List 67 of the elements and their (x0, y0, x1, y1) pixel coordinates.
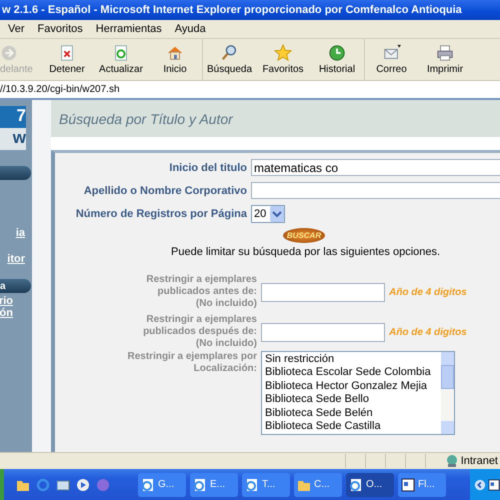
scrollbar[interactable] (441, 352, 454, 434)
list-option[interactable]: Biblioteca Escolar Sede Colombia (265, 366, 438, 380)
envelope-icon (382, 44, 400, 62)
toolbar-button[interactable]: Historial (310, 39, 364, 80)
list-option[interactable]: Biblioteca Sede Castilla (265, 420, 438, 434)
section-bar (0, 166, 31, 180)
network-globe-icon (444, 454, 459, 468)
year-field[interactable] (261, 322, 385, 342)
list-option[interactable]: Sin restricción (265, 353, 438, 366)
address-field[interactable]: //10.3.9.20/cgi-bin/w207.sh (0, 81, 500, 100)
taskbar-button[interactable]: Fl... (398, 472, 446, 496)
list-option[interactable]: Biblioteca Sede Bello (265, 393, 438, 407)
toolbar-button[interactable]: Inicio (148, 39, 202, 80)
refresh-page-icon (112, 44, 130, 62)
year-hint: Año de 4 digitos (389, 286, 467, 298)
document-icon (349, 478, 363, 492)
star-icon (274, 44, 292, 62)
field-label: Número de Registros por Página (74, 208, 248, 220)
messenger-icon[interactable] (96, 478, 110, 492)
window-icon (401, 478, 415, 492)
toolbar-button[interactable]: Imprimir (418, 39, 472, 80)
toolbar-button[interactable]: Actualizar (94, 39, 148, 80)
text-field[interactable] (251, 182, 500, 199)
section-title: a (0, 280, 6, 292)
filter-label: Restringir a ejemplares publicados antes de: (No incluido) (145, 274, 257, 310)
list-option[interactable]: Biblioteca Sede Belén (265, 406, 438, 420)
toolbar-button[interactable]: Favoritos (256, 39, 310, 80)
toolbar-button[interactable]: Correo (364, 39, 418, 80)
home-icon (166, 44, 184, 62)
printer-icon (436, 44, 454, 62)
taskbar-button[interactable]: O... (346, 472, 394, 496)
menu-item[interactable]: Favoritos (38, 23, 83, 35)
page-heading: Búsqueda por Título y Autor (59, 110, 233, 126)
mail-icon[interactable] (56, 478, 70, 492)
toolbar-button[interactable]: Detener (40, 39, 94, 80)
history-clock-icon (328, 44, 346, 62)
field-label: Inicio del titulo (168, 162, 248, 174)
start-button[interactable] (0, 469, 4, 500)
location-listbox[interactable]: Sin restricción Biblioteca Escolar Sede Colombia Biblioteca Hector Gonzalez Mejia Biblioteca Sede Bello Biblioteca Sede Belén Biblioteca Sede Castilla (261, 351, 455, 436)
hint-text: Puede limitar su búsqueda por las siguientes opciones. (170, 245, 442, 260)
year-field[interactable] (261, 282, 385, 302)
list-option[interactable]: Biblioteca Hector Gonzalez Mejia (265, 380, 438, 394)
menu-item[interactable]: Ayuda (174, 23, 206, 35)
chevron-left-icon[interactable] (474, 478, 486, 492)
browser-icon[interactable] (36, 478, 50, 492)
window-icon[interactable] (488, 478, 500, 492)
toolbar-button[interactable]: Búsqueda (202, 39, 256, 80)
document-icon (245, 478, 259, 492)
security-zone: Intranet (460, 455, 499, 467)
taskbar-button[interactable]: T... (242, 472, 290, 496)
records-dropdown[interactable]: 20 (251, 204, 286, 222)
taskbar-button[interactable]: E... (190, 472, 238, 496)
menu-item[interactable]: Ver (8, 23, 25, 35)
stop-page-icon (58, 44, 76, 62)
field-label: Apellido o Nombre Corporativo (82, 184, 248, 196)
filter-label: Restringir a ejemplares por Localización: (126, 351, 257, 375)
taskbar-button[interactable]: C... (294, 472, 342, 496)
document-icon (193, 478, 207, 492)
window-title: w 2.1.6 - Español - Microsoft Internet Explorer proporcionado por Comfenalco Antioquia (1, 4, 462, 16)
media-player-icon[interactable] (76, 478, 90, 492)
search-icon (220, 44, 238, 62)
menu-item[interactable]: Herramientas (96, 23, 162, 35)
document-icon (141, 478, 155, 492)
year-hint: Año de 4 digitos (389, 326, 467, 338)
filter-label: Restringir a ejemplares publicados después de: (No incluido) (142, 314, 257, 350)
taskbar-button[interactable]: G... (138, 472, 186, 496)
text-field[interactable]: matematicas co (251, 159, 500, 176)
